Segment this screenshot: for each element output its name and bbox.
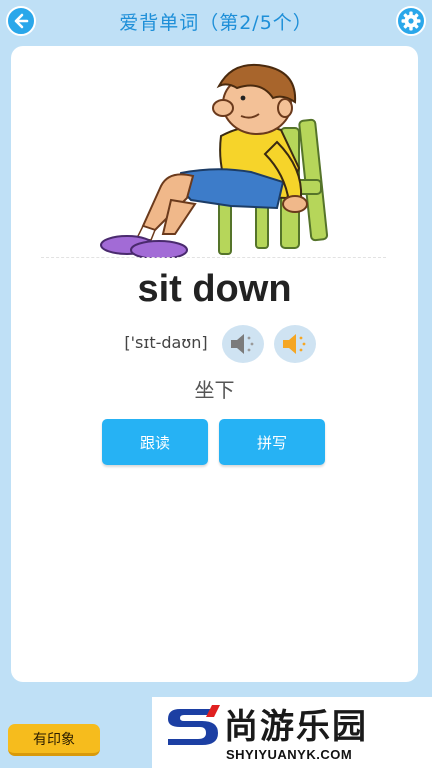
play-slow-audio-button[interactable] — [274, 325, 316, 363]
watermark-name: 尚游乐园 — [224, 707, 368, 747]
speaker-orange-icon — [283, 334, 306, 354]
watermark-logo: 尚游乐园 SHYIYUANYK.COM — [152, 697, 432, 768]
illustration-divider — [41, 257, 386, 258]
boy-sitting-on-chair-illustration — [100, 64, 329, 258]
word-card: sit down ['sɪt-daʊn] 坐下 跟读 拼写 — [11, 46, 418, 682]
s-logo-icon — [168, 705, 220, 745]
meaning-text: 坐下 — [194, 378, 235, 402]
gear-icon — [401, 11, 421, 31]
word-text: sit down — [137, 268, 292, 310]
follow-read-button[interactable]: 跟读 — [102, 419, 208, 465]
header-bar: 爱背单词（第2/5个） — [0, 0, 432, 42]
page-title: 爱背单词（第2/5个） — [119, 12, 313, 34]
speaker-gray-icon — [231, 334, 254, 354]
watermark-domain: SHYIYUANYK.COM — [226, 747, 353, 762]
phonetic-text: ['sɪt-daʊn] — [124, 333, 208, 352]
impression-button[interactable]: 有印象 — [8, 724, 100, 756]
play-audio-button[interactable] — [222, 325, 264, 363]
settings-button[interactable] — [396, 6, 426, 36]
spell-button[interactable]: 拼写 — [219, 419, 325, 465]
